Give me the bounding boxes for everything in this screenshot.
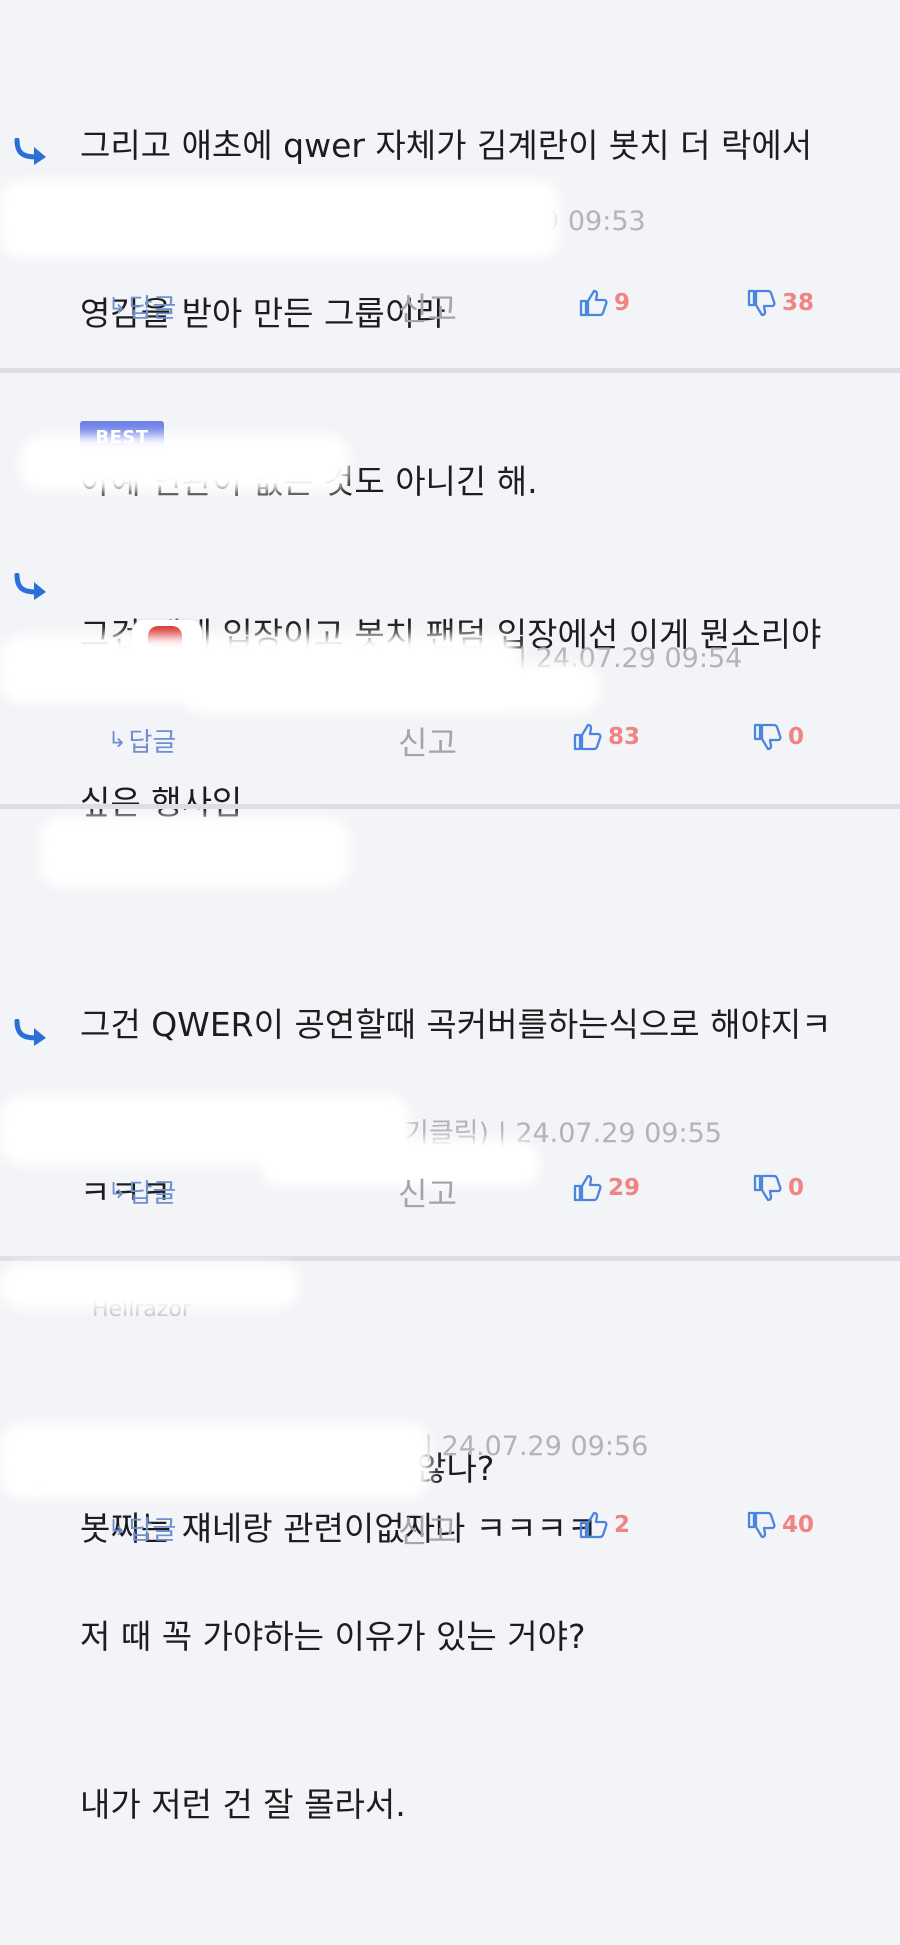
report-button[interactable]: 신고	[398, 1506, 457, 1552]
comment-actions: ↳ 답글 신고 9 38	[0, 288, 900, 328]
redacted-author	[0, 180, 560, 258]
like-button[interactable]: 9	[578, 288, 630, 318]
like-count: 83	[608, 724, 641, 750]
report-button[interactable]: 신고	[398, 1169, 457, 1215]
reply-label: 답글	[128, 294, 177, 324]
thumbs-up-icon	[573, 1174, 602, 1202]
reply-arrow-icon	[14, 1019, 46, 1046]
comment-actions: ↳ 답글 신고 83 0	[0, 722, 900, 762]
dislike-button[interactable]: 0	[752, 722, 804, 752]
dislike-button[interactable]: 40	[746, 1510, 814, 1540]
like-button[interactable]: 2	[578, 1510, 630, 1540]
comment-actions: ↳ 답글 신고 2 40	[0, 1510, 900, 1550]
redacted-author	[0, 1263, 300, 1309]
dislike-count: 38	[782, 290, 815, 316]
reply-small-arrow-icon: ↳	[108, 728, 127, 753]
reply-label: 답글	[128, 728, 177, 758]
comment-text: 그럼 저 때 안 가면 되지 않나? 저 때 꼭 가야하는 이유가 있는 거야?…	[80, 1329, 860, 1945]
reply-small-arrow-icon: ↳	[108, 294, 127, 319]
like-button[interactable]: 29	[572, 1173, 640, 1203]
reply-label: 답글	[128, 1179, 177, 1209]
dislike-button[interactable]: 38	[746, 288, 814, 318]
thumbs-up-icon	[579, 1511, 608, 1539]
comment-meta: | 24.07.29 09:56	[424, 1431, 649, 1462]
report-button[interactable]: 신고	[398, 718, 457, 764]
reply-button[interactable]: ↳ 답글	[108, 1510, 176, 1547]
reply-button[interactable]: ↳ 답글	[108, 288, 176, 325]
redacted-author	[180, 663, 600, 713]
thumbs-up-icon	[579, 289, 608, 317]
comment-3: 그건 QWER이 공연할때 곡커버를하는식으로 해야지ㅋ ㅋㅋㅋ 봇찌는 쟤네랑…	[0, 809, 900, 1548]
comment-actions: ↳ 답글 신고 29 0	[0, 1173, 900, 1213]
like-button[interactable]: 83	[572, 722, 640, 752]
redacted-author	[40, 817, 350, 887]
dislike-button[interactable]: 0	[752, 1173, 804, 1203]
thumbs-down-icon	[753, 723, 782, 751]
reply-small-arrow-icon: ↳	[108, 1179, 127, 1204]
dislike-count: 0	[788, 724, 805, 750]
reply-button[interactable]: ↳ 답글	[108, 1173, 176, 1210]
reply-label: 답글	[128, 1516, 177, 1546]
dislike-count: 40	[782, 1512, 815, 1538]
like-count: 2	[614, 1512, 631, 1538]
reply-arrow-icon	[14, 138, 46, 165]
comment-line: 내가 저런 건 잘 몰라서.	[80, 1785, 406, 1824]
comment-4: Hellrazor 그럼 저 때 안 가면 되지 않나? 저 때 꼭 가야하는 …	[0, 1261, 900, 1824]
reply-small-arrow-icon: ↳	[108, 1516, 127, 1541]
comment-line: 저 때 꼭 가야하는 이유가 있는 거야?	[80, 1617, 586, 1656]
dislike-count: 0	[788, 1175, 805, 1201]
like-count: 9	[614, 290, 631, 316]
comment-2: BEST 그건 게네 입장이고 봇치 팬덤 입장에선 이게 뭔소리야 싶은 행사…	[0, 373, 900, 822]
like-count: 29	[608, 1175, 641, 1201]
comment-1: 그리고 애초에 qwer 자체가 김계란이 봇치 더 락에서 영감을 받아 만든…	[0, 0, 900, 501]
thumbs-down-icon	[747, 1511, 776, 1539]
report-button[interactable]: 신고	[398, 284, 457, 330]
thumbs-up-icon	[573, 723, 602, 751]
thumbs-down-icon	[747, 289, 776, 317]
comment-line: 그리고 애초에 qwer 자체가 김계란이 봇치 더 락에서	[80, 126, 813, 165]
redacted-author	[0, 1423, 430, 1499]
thumbs-down-icon	[753, 1174, 782, 1202]
comment-line: 그건 QWER이 공연할때 곡커버를하는식으로 해야지ㅋ	[80, 1005, 832, 1044]
reply-arrow-icon	[14, 573, 46, 600]
reply-button[interactable]: ↳ 답글	[108, 722, 176, 759]
redacted-author	[20, 435, 350, 491]
